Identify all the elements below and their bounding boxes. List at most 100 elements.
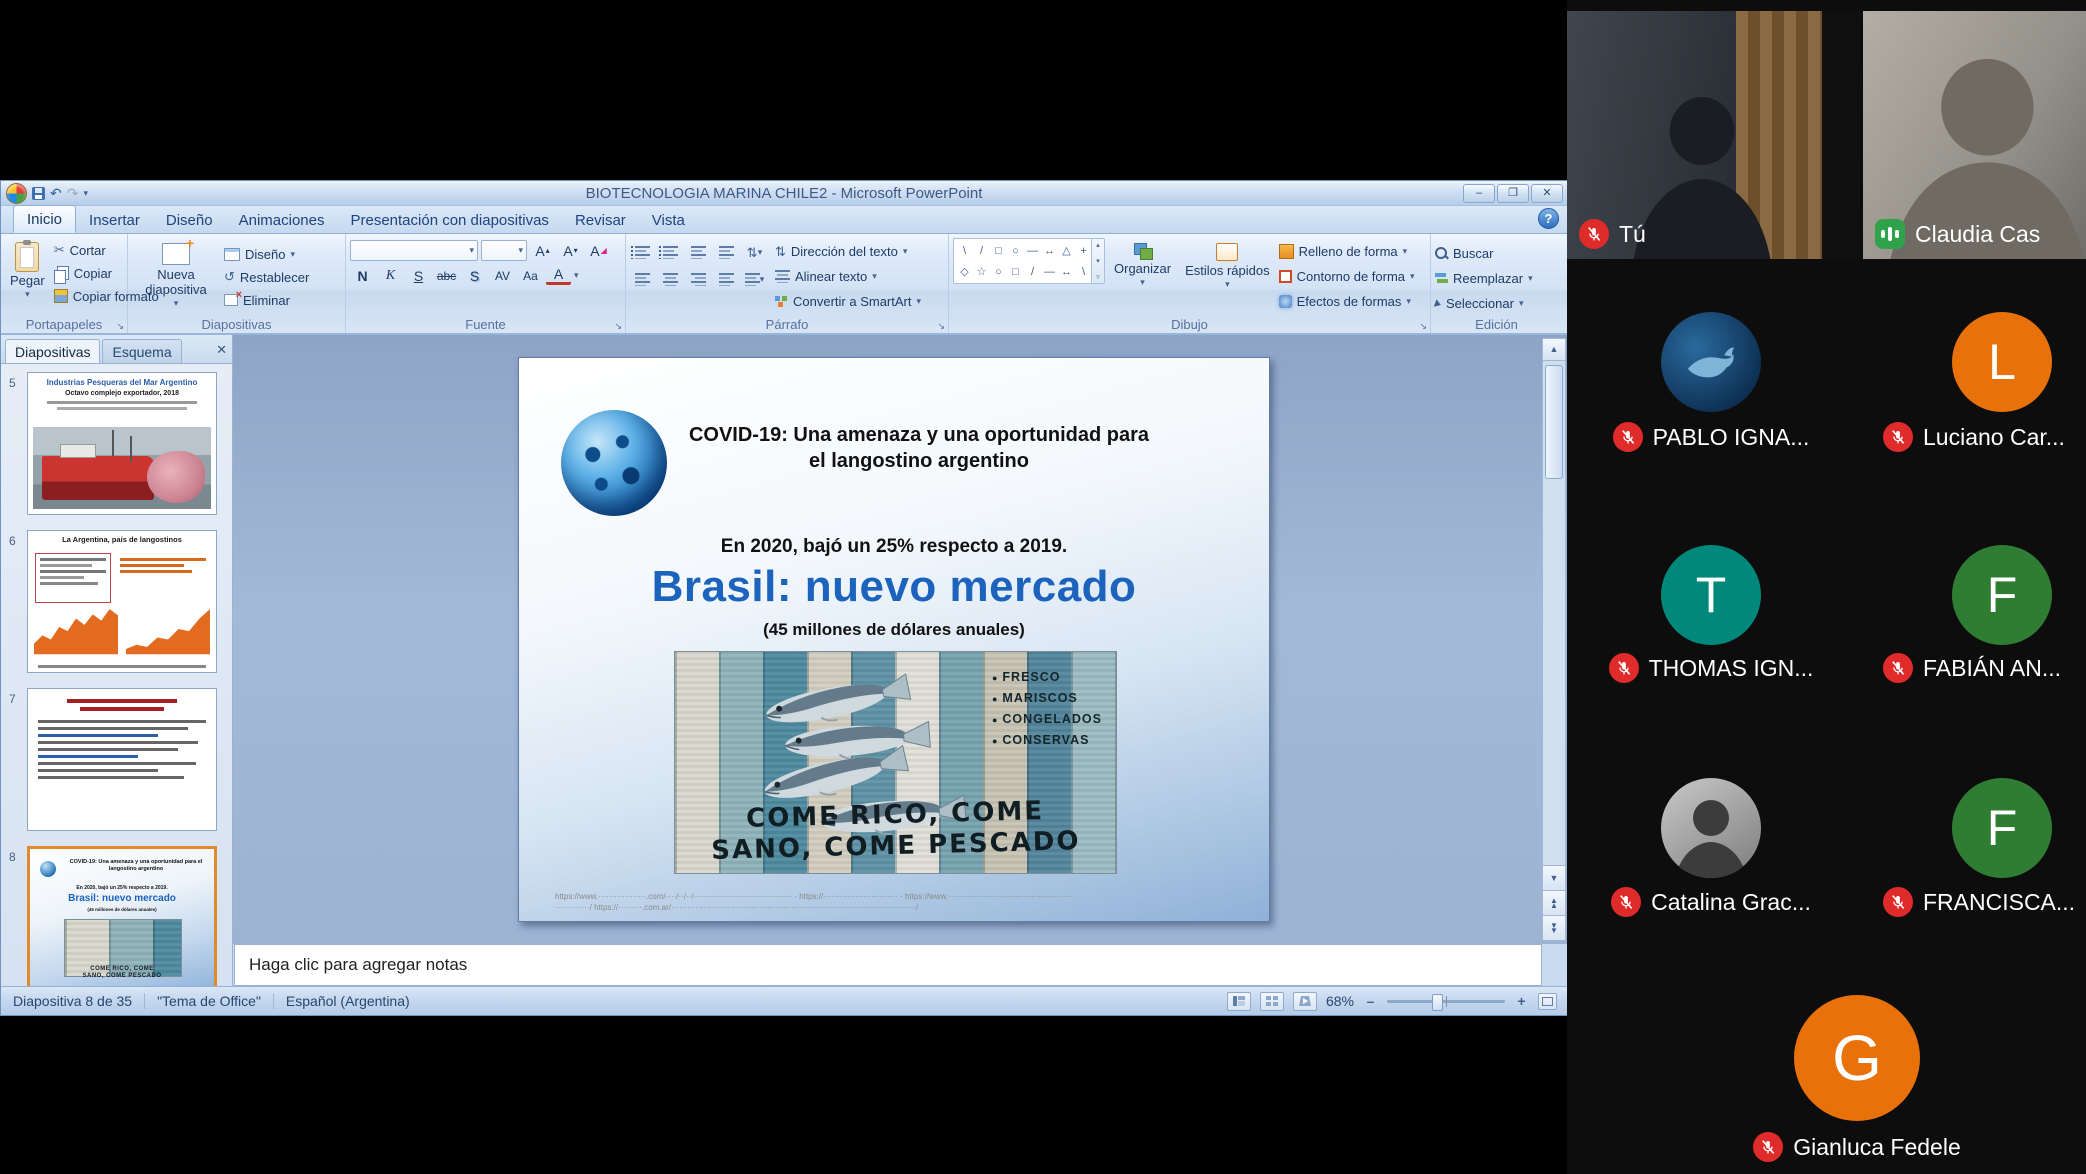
save-icon[interactable] — [32, 187, 45, 200]
tab-vista[interactable]: Vista — [639, 207, 698, 233]
paragraph-dialog-launcher-icon[interactable]: ↘ — [937, 322, 945, 331]
zoom-slider-thumb[interactable] — [1432, 994, 1443, 1011]
help-button[interactable]: ? — [1538, 208, 1559, 229]
shape-outline-button[interactable]: Contorno de forma▾ — [1279, 266, 1415, 287]
shape-arrow-icon[interactable]: ↔ — [1044, 245, 1055, 257]
zoom-out-button[interactable]: – — [1363, 993, 1378, 1009]
speaker-video-tile[interactable]: Claudia Cas — [1863, 11, 2086, 259]
shape-effects-button[interactable]: Efectos de formas▾ — [1279, 291, 1415, 312]
align-left-button[interactable] — [630, 269, 655, 290]
zoom-in-button[interactable]: + — [1514, 993, 1529, 1009]
drawing-dialog-launcher-icon[interactable]: ↘ — [1419, 322, 1427, 331]
bold-button[interactable]: N — [350, 265, 375, 286]
slide-thumbnail-6[interactable]: La Argentina, país de langostinos — [27, 530, 217, 673]
change-case-button[interactable]: Aa — [518, 265, 543, 286]
previous-slide-button[interactable]: ▲▲ — [1543, 890, 1565, 915]
close-button[interactable]: ✕ — [1531, 184, 1563, 203]
shape-triangle-icon[interactable]: △ — [1062, 244, 1070, 257]
redo-icon[interactable]: ↷ — [67, 186, 79, 200]
slide-sorter-view-button[interactable] — [1260, 992, 1284, 1011]
clear-formatting-button[interactable]: A◢ — [586, 240, 611, 261]
tab-esquema[interactable]: Esquema — [102, 339, 181, 363]
shape-dash-icon[interactable]: — — [1027, 245, 1038, 257]
tab-diseno[interactable]: Diseño — [153, 207, 226, 233]
vertical-scrollbar[interactable]: ▲ ▼ ▲▲ ▼▼ — [1542, 338, 1566, 941]
shape-arrow2-icon[interactable]: ↔ — [1061, 266, 1072, 278]
normal-view-button[interactable] — [1227, 992, 1251, 1011]
notes-placeholder[interactable]: Haga clic para agregar notas — [235, 945, 1541, 975]
delete-slide-button[interactable]: Eliminar — [224, 290, 309, 310]
quick-styles-button[interactable]: Estilos rápidos ▾ — [1180, 238, 1275, 317]
replace-button[interactable]: Reemplazar▾ — [1435, 268, 1558, 289]
slide-thumbnail-7[interactable] — [27, 688, 217, 831]
convert-smartart-button[interactable]: Convertir a SmartArt▾ — [775, 291, 921, 312]
qat-dropdown-icon[interactable]: ▾ — [83, 188, 88, 199]
increase-indent-button[interactable] — [714, 242, 739, 263]
slide-thumbnail-8-selected[interactable]: COVID-19: Una amenaza y una oportunidad … — [27, 846, 217, 986]
shape-circle2-icon[interactable]: ○ — [995, 266, 1002, 278]
slide-editing-area[interactable]: COVID-19: Una amenaza y una oportunidad … — [233, 335, 1567, 944]
next-slide-button[interactable]: ▼▼ — [1543, 915, 1565, 940]
strikethrough-button[interactable]: abc — [434, 265, 459, 286]
shape-dash2-icon[interactable]: — — [1044, 266, 1055, 278]
shape-plus-icon[interactable]: + — [1080, 245, 1086, 257]
shape-star-icon[interactable]: ☆ — [977, 265, 987, 278]
align-text-button[interactable]: Alinear texto▾ — [775, 266, 921, 287]
office-button[interactable] — [6, 183, 27, 204]
grow-font-button[interactable]: A▴ — [530, 240, 555, 261]
language-indicator[interactable]: Español (Argentina) — [274, 993, 422, 1009]
new-slide-button[interactable]: Nueva diapositiva ▾ — [132, 238, 220, 317]
shape-oval-icon[interactable]: ○ — [1012, 245, 1019, 257]
text-shadow-button[interactable]: S — [462, 265, 487, 286]
minimize-button[interactable]: – — [1463, 184, 1495, 203]
tab-diapositivas[interactable]: Diapositivas — [5, 339, 100, 363]
title-bar[interactable]: ↶ ↷ ▾ BIOTECNOLOGIA MARINA CHILE2 - Micr… — [1, 181, 1567, 206]
align-center-button[interactable] — [658, 269, 683, 290]
justify-button[interactable] — [714, 269, 739, 290]
slide-canvas[interactable]: COVID-19: Una amenaza y una oportunidad … — [518, 357, 1270, 922]
find-button[interactable]: Buscar — [1435, 243, 1558, 264]
decrease-indent-button[interactable] — [686, 242, 711, 263]
shape-square2-icon[interactable]: □ — [1012, 266, 1019, 278]
shape-backslash-icon[interactable]: \ — [1082, 266, 1085, 278]
underline-button[interactable]: S — [406, 265, 431, 286]
tab-revisar[interactable]: Revisar — [562, 207, 639, 233]
shape-line-icon[interactable]: \ — [963, 245, 966, 257]
zoom-slider[interactable] — [1387, 1000, 1505, 1003]
font-color-button[interactable]: A — [546, 267, 571, 285]
shrink-font-button[interactable]: A▾ — [558, 240, 583, 261]
shape-diamond-icon[interactable]: ◇ — [960, 265, 968, 278]
slide-thumbnail-5[interactable]: Industrias Pesqueras del Mar Argentino O… — [27, 372, 217, 515]
arrange-button[interactable]: Organizar ▾ — [1109, 238, 1176, 317]
numbering-button[interactable] — [658, 242, 683, 263]
font-dialog-launcher-icon[interactable]: ↘ — [614, 322, 622, 331]
pane-close-icon[interactable]: ✕ — [216, 342, 227, 358]
tab-insertar[interactable]: Insertar — [76, 207, 153, 233]
scrollbar-thumb[interactable] — [1545, 365, 1563, 479]
reset-button[interactable]: ↺Restablecer — [224, 267, 309, 287]
shapes-gallery-scroll[interactable]: ▴▾▿ — [1091, 239, 1104, 283]
line-spacing-button[interactable]: ⇅▾ — [742, 242, 767, 263]
align-right-button[interactable] — [686, 269, 711, 290]
notes-pane[interactable]: Haga clic para agregar notas — [234, 944, 1542, 986]
shape-slash-icon[interactable]: / — [1031, 266, 1034, 278]
self-video-tile[interactable]: Tú — [1567, 11, 1860, 259]
shapes-gallery[interactable]: \ / □ ○ — ↔ △ + ◇ ☆ ○ □ / — [953, 238, 1105, 284]
paste-button[interactable]: Pegar ▾ — [5, 238, 50, 317]
slideshow-view-button[interactable] — [1293, 992, 1317, 1011]
scroll-down-icon[interactable]: ▼ — [1543, 865, 1565, 890]
clipboard-dialog-launcher-icon[interactable]: ↘ — [116, 322, 124, 331]
font-name-combobox[interactable]: ▾ — [350, 240, 478, 261]
text-direction-button[interactable]: ⇅Dirección del texto▾ — [775, 241, 921, 262]
theme-indicator[interactable]: "Tema de Office" — [145, 993, 274, 1009]
shape-fill-button[interactable]: Relleno de forma▾ — [1279, 241, 1415, 262]
character-spacing-button[interactable]: AV — [490, 265, 515, 286]
columns-button[interactable]: ▾ — [742, 269, 767, 290]
scroll-up-icon[interactable]: ▲ — [1543, 339, 1565, 361]
bullets-button[interactable] — [630, 242, 655, 263]
italic-button[interactable]: K — [378, 265, 403, 286]
font-size-combobox[interactable]: ▾ — [481, 240, 527, 261]
restore-button[interactable]: ❐ — [1497, 184, 1529, 203]
layout-button[interactable]: Diseño▾ — [224, 244, 309, 264]
tab-inicio[interactable]: Inicio — [13, 205, 76, 233]
